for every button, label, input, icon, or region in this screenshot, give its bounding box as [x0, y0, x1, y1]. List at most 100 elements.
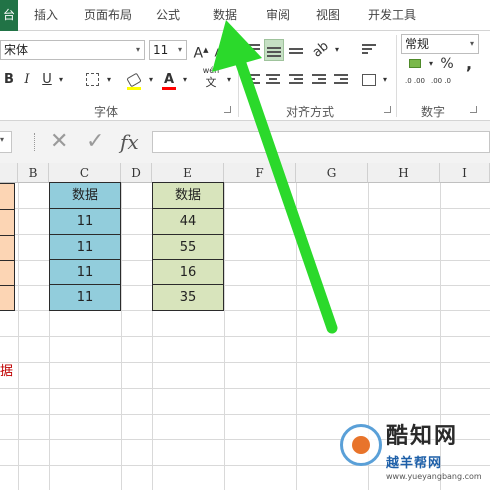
fill-color-button[interactable]	[124, 69, 144, 91]
gridline	[0, 362, 490, 363]
font-color-button[interactable]: A	[160, 69, 178, 91]
grow-font-button[interactable]: A▲	[193, 39, 209, 62]
chevron-down-icon: ▾	[135, 45, 140, 54]
tab-view[interactable]: 视图	[310, 0, 346, 31]
wrap-text-icon	[362, 43, 376, 56]
font-color-swatch	[162, 87, 176, 90]
alignment-dialog-launcher-icon[interactable]	[384, 106, 391, 113]
cell-e4[interactable]: 16	[152, 259, 224, 285]
cell-a2[interactable]	[0, 209, 15, 236]
align-right-button[interactable]	[287, 69, 305, 91]
borders-dropdown[interactable]: ▾	[104, 69, 114, 91]
column-header-a[interactable]	[0, 163, 18, 183]
formula-input[interactable]	[152, 131, 490, 153]
column-header-d[interactable]: D	[121, 163, 152, 183]
tab-page-layout[interactable]: 页面布局	[80, 0, 136, 31]
percent-style-button[interactable]: %	[440, 53, 454, 75]
comma-style-button[interactable]: ,	[462, 53, 476, 75]
tab-insert[interactable]: 插入	[28, 0, 64, 31]
bold-button[interactable]: B	[2, 69, 16, 91]
font-size-select[interactable]: 11 ▾	[149, 40, 187, 60]
align-bottom-button[interactable]	[287, 39, 305, 61]
number-dialog-launcher-icon[interactable]	[470, 106, 477, 113]
tab-review[interactable]: 审阅	[260, 0, 296, 31]
fill-color-swatch	[127, 87, 141, 90]
confirm-entry-button[interactable]: ✓	[86, 129, 104, 154]
cell-c3[interactable]: 11	[49, 234, 121, 260]
tab-formulas[interactable]: 公式	[150, 0, 186, 31]
decrease-indent-button[interactable]	[310, 69, 328, 91]
column-header-i[interactable]: I	[440, 163, 490, 183]
tab-data[interactable]: 数据	[205, 0, 245, 31]
cell-e3[interactable]: 55	[152, 234, 224, 260]
column-header-b[interactable]: B	[18, 163, 49, 183]
orientation-button[interactable]: ab	[310, 39, 332, 61]
align-left-button[interactable]	[244, 69, 262, 91]
ribbon-separator	[238, 35, 239, 117]
font-color-dropdown[interactable]: ▾	[180, 69, 190, 91]
shrink-font-icon: A	[214, 46, 223, 60]
grow-font-icon: A	[193, 45, 204, 62]
font-dialog-launcher-icon[interactable]	[224, 106, 231, 113]
column-header-f[interactable]: F	[224, 163, 296, 183]
number-format-select[interactable]: 常规 ▾	[401, 34, 479, 54]
increase-indent-button[interactable]	[332, 69, 350, 91]
insert-function-button[interactable]: fx	[120, 130, 139, 154]
decrease-decimal-button[interactable]: .00 .0	[430, 77, 452, 99]
merge-cells-icon	[362, 73, 376, 86]
column-header-e[interactable]: E	[152, 163, 224, 183]
cancel-entry-button[interactable]: ✕	[50, 129, 68, 154]
chevron-down-icon: ▾	[469, 39, 474, 48]
column-header-g[interactable]: G	[296, 163, 368, 183]
tab-developer[interactable]: 开发工具	[362, 0, 422, 31]
cell-c5[interactable]: 11	[49, 284, 121, 311]
cell-a1[interactable]	[0, 183, 15, 210]
cell-a5[interactable]	[0, 285, 15, 311]
column-header-h[interactable]: H	[368, 163, 440, 183]
increase-decimal-button[interactable]: .0 .00	[404, 77, 426, 99]
borders-button[interactable]	[82, 69, 102, 91]
shrink-font-button[interactable]: A▼	[213, 39, 229, 61]
font-name-select[interactable]: 宋体 ▾	[0, 40, 145, 60]
fill-color-dropdown[interactable]: ▾	[146, 69, 156, 91]
tab-home[interactable]: 台	[0, 0, 18, 31]
phonetic-bottom: 文	[205, 76, 217, 89]
ribbon-tab-bar: 台 插入 页面布局 公式 数据 审阅 视图 开发工具	[0, 0, 490, 31]
phonetic-dropdown[interactable]: ▾	[224, 69, 234, 91]
watermark-subtitle: 越羊帮网	[386, 456, 443, 471]
align-top-button[interactable]	[244, 39, 262, 61]
align-middle-icon	[267, 45, 281, 57]
accounting-dropdown[interactable]: ▾	[426, 53, 436, 75]
underline-dropdown[interactable]: ▾	[56, 69, 66, 91]
orientation-dropdown[interactable]: ▾	[332, 39, 342, 61]
cell-e5[interactable]: 35	[152, 284, 224, 311]
increase-indent-icon	[334, 73, 348, 86]
italic-button[interactable]: I	[20, 69, 34, 91]
column-header-c[interactable]: C	[49, 163, 121, 183]
cell-c2[interactable]: 11	[49, 208, 121, 235]
wrap-text-button[interactable]	[360, 39, 378, 61]
ribbon: 宋体 ▾ 11 ▾ A▲ A▼ B I U ▾ ▾ ▾ A ▾ wén 文 ▾ …	[0, 31, 490, 121]
formula-bar-grip[interactable]	[34, 133, 36, 151]
group-label-number: 数字	[421, 105, 446, 119]
align-bottom-icon	[289, 44, 303, 56]
group-label-font: 字体	[94, 105, 119, 119]
phonetic-button[interactable]: wén 文	[200, 65, 222, 93]
underline-button[interactable]: U	[40, 69, 54, 91]
merge-center-button[interactable]	[360, 69, 378, 91]
cell-e2[interactable]: 44	[152, 208, 224, 235]
align-center-button[interactable]	[264, 69, 282, 91]
group-label-alignment: 对齐方式	[286, 105, 335, 119]
cell-c1[interactable]: 数据	[49, 182, 121, 209]
align-right-icon	[289, 73, 303, 86]
cell-e1[interactable]: 数据	[152, 182, 224, 209]
name-box[interactable]: ▾	[0, 131, 12, 153]
accounting-format-button[interactable]	[404, 53, 426, 75]
cell-c4[interactable]: 11	[49, 259, 121, 285]
merge-dropdown[interactable]: ▾	[380, 69, 390, 91]
cell-a4[interactable]	[0, 260, 15, 286]
number-format-value: 常规	[405, 37, 430, 51]
cell-a3[interactable]	[0, 235, 15, 261]
align-middle-button[interactable]	[264, 39, 284, 61]
align-center-icon	[266, 73, 280, 86]
